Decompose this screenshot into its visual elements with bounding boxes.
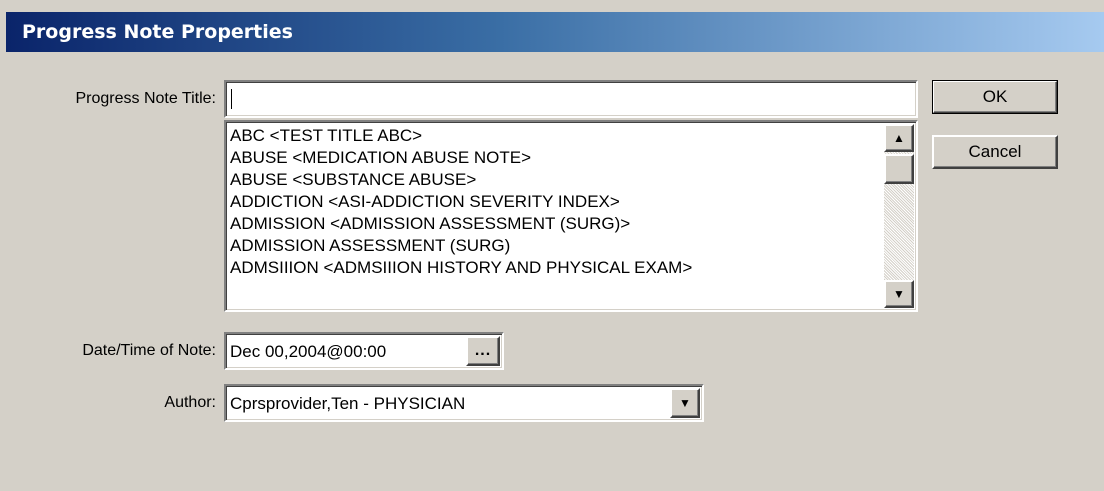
ok-button[interactable]: OK — [932, 80, 1058, 114]
list-items: ABC <TEST TITLE ABC> ABUSE <MEDICATION AB… — [230, 125, 880, 279]
author-combobox[interactable]: Cprsprovider,Ten - PHYSICIAN ▼ — [224, 384, 704, 422]
title-listbox[interactable]: ABC <TEST TITLE ABC> ABUSE <MEDICATION AB… — [224, 120, 918, 312]
list-item[interactable]: ADMISSION ASSESSMENT (SURG) — [230, 235, 880, 257]
cancel-button[interactable]: Cancel — [932, 135, 1058, 169]
list-item[interactable]: ADDICTION <ASI-ADDICTION SEVERITY INDEX> — [230, 191, 880, 213]
text-caret — [231, 89, 232, 109]
date-time-field[interactable]: Dec 00,2004@00:00 ... — [224, 332, 504, 370]
list-item[interactable]: ADMSIIION <ADMSIIION HISTORY AND PHYSICA… — [230, 257, 880, 279]
list-item[interactable]: ABUSE <MEDICATION ABUSE NOTE> — [230, 147, 880, 169]
list-item[interactable]: ADMISSION <ADMISSION ASSESSMENT (SURG)> — [230, 213, 880, 235]
dialog-window: Progress Note Properties Progress Note T… — [0, 0, 1104, 491]
date-label: Date/Time of Note: — [82, 342, 216, 359]
author-dropdown-button[interactable]: ▼ — [670, 388, 700, 418]
title-label: Progress Note Title: — [75, 90, 217, 107]
window-title: Progress Note Properties — [22, 21, 293, 43]
title-bar[interactable]: Progress Note Properties — [6, 12, 1104, 52]
title-input-box[interactable] — [224, 80, 918, 118]
author-label: Author: — [164, 394, 216, 411]
list-item[interactable]: ABC <TEST TITLE ABC> — [230, 125, 880, 147]
date-value: Dec 00,2004@00:00 — [230, 342, 387, 361]
list-item[interactable]: ABUSE <SUBSTANCE ABUSE> — [230, 169, 880, 191]
title-input[interactable] — [226, 82, 916, 116]
triangle-up-icon: ▲ — [893, 131, 905, 145]
vertical-scrollbar[interactable]: ▲ ▼ — [884, 124, 914, 308]
triangle-down-icon: ▼ — [893, 287, 905, 301]
date-picker-button[interactable]: ... — [466, 336, 500, 366]
scroll-down-button[interactable]: ▼ — [884, 280, 914, 308]
chevron-down-icon: ▼ — [679, 396, 691, 410]
ellipsis-icon: ... — [474, 342, 492, 359]
scroll-up-button[interactable]: ▲ — [884, 124, 914, 152]
scroll-thumb[interactable] — [884, 154, 914, 184]
author-value: Cprsprovider,Ten - PHYSICIAN — [230, 394, 466, 413]
